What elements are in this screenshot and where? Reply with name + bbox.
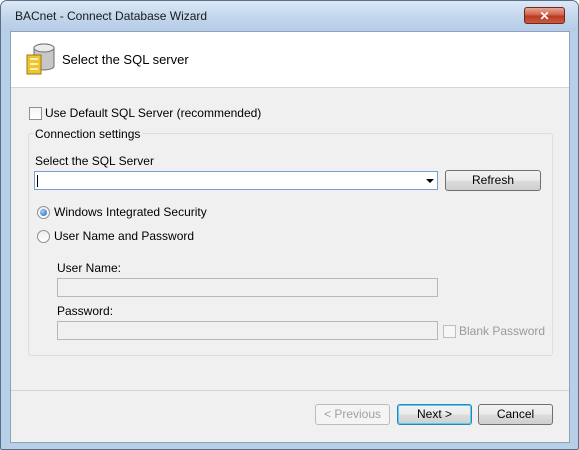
wizard-content: Select the SQL server Use Default SQL Se… bbox=[10, 31, 570, 443]
windows-security-label[interactable]: Windows Integrated Security bbox=[54, 205, 207, 219]
page-title: Select the SQL server bbox=[62, 52, 189, 67]
password-label: Password: bbox=[57, 304, 114, 318]
sql-server-combobox[interactable] bbox=[34, 171, 438, 190]
dropdown-arrow-icon[interactable] bbox=[426, 179, 434, 183]
wizard-window: BACnet - Connect Database Wizard ✕ Selec… bbox=[0, 0, 579, 450]
footer-divider bbox=[11, 390, 569, 391]
wizard-header: Select the SQL server bbox=[11, 32, 569, 88]
title-bar[interactable]: BACnet - Connect Database Wizard ✕ bbox=[1, 1, 578, 31]
use-default-label[interactable]: Use Default SQL Server (recommended) bbox=[45, 106, 261, 120]
username-label: User Name: bbox=[57, 261, 122, 275]
windows-security-radio[interactable] bbox=[37, 206, 50, 219]
cancel-button[interactable]: Cancel bbox=[478, 404, 553, 425]
blank-password-label[interactable]: Blank Password bbox=[459, 324, 545, 338]
window-title: BACnet - Connect Database Wizard bbox=[15, 9, 208, 23]
username-password-radio[interactable] bbox=[37, 230, 50, 243]
previous-button[interactable]: < Previous bbox=[315, 404, 390, 425]
blank-password-checkbox[interactable] bbox=[443, 325, 456, 338]
use-default-checkbox[interactable] bbox=[29, 107, 42, 120]
server-label: Select the SQL Server bbox=[35, 154, 154, 168]
username-field[interactable] bbox=[57, 278, 438, 297]
text-caret bbox=[37, 175, 38, 187]
refresh-button[interactable]: Refresh bbox=[445, 170, 541, 191]
next-button[interactable]: Next > bbox=[397, 404, 472, 425]
connection-settings-label: Connection settings bbox=[33, 127, 143, 141]
username-password-label[interactable]: User Name and Password bbox=[54, 229, 194, 243]
password-field[interactable] bbox=[57, 321, 438, 340]
close-button[interactable]: ✕ bbox=[524, 7, 565, 24]
database-icon bbox=[26, 43, 55, 75]
radio-selected-dot bbox=[40, 209, 47, 216]
